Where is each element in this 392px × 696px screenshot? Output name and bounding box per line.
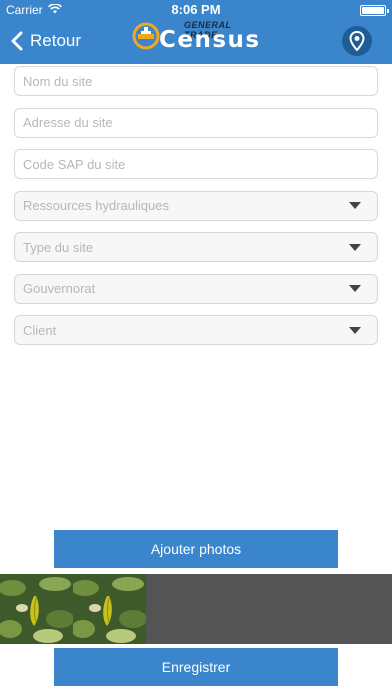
site-type-select[interactable]: Type du site [14,232,378,262]
logo-mark-icon [132,22,160,50]
client-placeholder: Client [23,322,57,338]
site-name-placeholder: Nom du site [23,73,93,89]
save-button[interactable]: Enregistrer [54,648,338,686]
governorate-placeholder: Gouvernorat [23,281,96,296]
governorate-select[interactable]: Gouvernorat [14,273,378,304]
site-type-placeholder: Type du site [23,239,94,255]
clock: 8:06 PM [171,2,221,17]
save-label: Enregistrer [161,659,231,675]
site-sap-code-placeholder: Code SAP du site [23,156,126,172]
battery-icon [360,5,389,16]
photo-image [0,574,73,644]
photo-gallery [0,574,392,644]
dropdown-arrow-icon [349,326,361,334]
back-button[interactable]: Retour [10,28,81,54]
site-address-field[interactable]: Adresse du site [14,107,378,138]
dropdown-arrow-icon [349,202,361,209]
chevron-left-icon [11,31,23,51]
add-photos-label: Ajouter photos [150,541,242,557]
water-resources-select[interactable]: Ressources hydrauliques [14,190,378,221]
status-bar: Carrier 8:06 PM [0,0,392,20]
photo-thumbnail[interactable] [73,574,146,644]
water-resources-placeholder: Ressources hydrauliques [23,198,169,213]
client-select[interactable]: Client [14,315,378,345]
photo-image [73,574,146,644]
add-photos-button[interactable]: Ajouter photos [54,530,338,568]
navigation-bar: Carrier 8:06 PM Retour GENERAL TRADE Cen… [0,0,392,64]
site-address-placeholder: Adresse du site [23,115,113,130]
back-label: Retour [30,31,82,50]
site-name-field[interactable]: Nom du site [14,66,378,96]
screen: Carrier 8:06 PM Retour GENERAL TRADE Cen… [0,0,392,696]
location-button[interactable] [342,26,372,56]
site-sap-code-field[interactable]: Code SAP du site [14,149,378,179]
site-form: Nom du site Adresse du site Code SAP du … [14,66,378,357]
map-pin-icon [349,31,365,51]
dropdown-arrow-icon [349,243,361,251]
logo-text: Census [159,27,261,53]
app-logo: GENERAL TRADE Census [128,18,266,58]
dropdown-arrow-icon [349,285,361,292]
photo-thumbnail[interactable] [0,574,73,644]
